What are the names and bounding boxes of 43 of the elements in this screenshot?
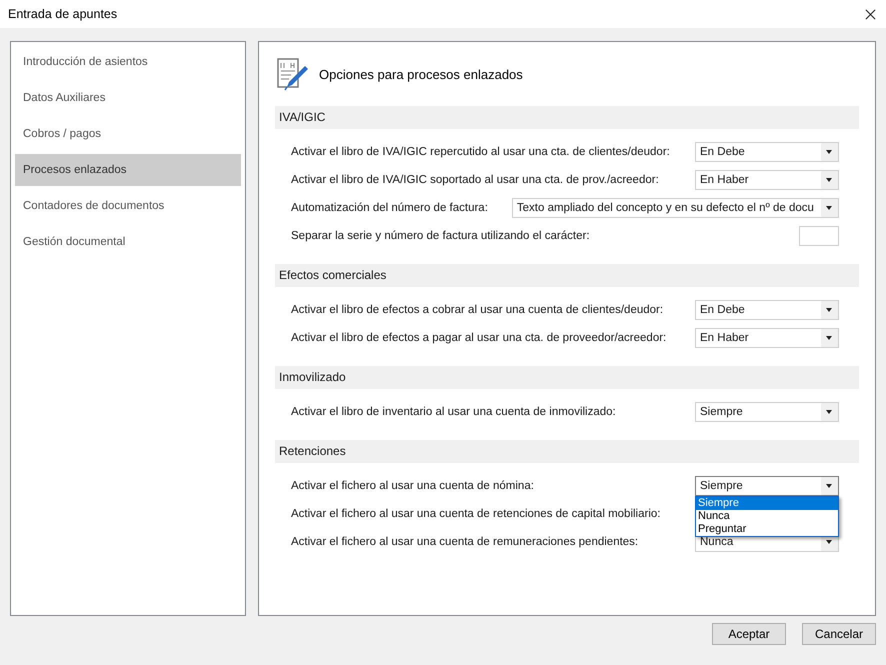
section-header: Efectos comerciales [275,264,859,287]
dropdown-field[interactable]: En Haber [695,328,839,348]
window-title: Entrada de apuntes [8,7,118,21]
dropdown-option[interactable]: Nunca [696,510,838,523]
dropdown-field[interactable]: Siempre [695,476,839,496]
field-label: Separar la serie y número de factura utilizando el carácter: [291,230,590,242]
field-label: Activar el fichero al usar una cuenta de nómina: [291,480,534,492]
caret-icon [821,477,838,495]
dropdown-option[interactable]: Siempre [696,497,838,510]
sidebar-item[interactable]: Datos Auxiliares [15,82,241,114]
dropdown-field[interactable]: En Debe [695,142,839,162]
section-header: Retenciones [275,440,859,463]
sidebar-item[interactable]: Cobros / pagos [15,118,241,150]
field-label: Activar el libro de efectos a pagar al usar una cta. de proveedor/acreedor: [291,332,666,344]
field-label: Activar el libro de efectos a cobrar al usar una cuenta de clientes/deudor: [291,304,664,316]
dropdown-field[interactable]: En Haber [695,170,839,190]
sidebar-item[interactable]: Gestión documental [15,226,241,258]
section-header: IVA/IGIC [275,106,859,129]
dropdown-field[interactable]: Siempre [695,402,839,422]
sidebar-item[interactable]: Contadores de documentos [15,190,241,222]
field-label: Activar el fichero al usar una cuenta de remuneraciones pendientes: [291,536,638,548]
ledger-pencil-icon [275,57,309,91]
field-label: Activar el libro de IVA/IGIC soportado al usar una cta. de prov./acreedor: [291,174,659,186]
field-label: Activar el libro de inventario al usar una cuenta de inmovilizado: [291,406,616,418]
caret-icon [821,143,838,161]
dialog-button[interactable]: Cancelar [802,623,876,645]
close-icon[interactable] [865,8,876,20]
field-label: Activar el fichero al usar una cuenta de retenciones de capital mobiliario: [291,508,660,520]
dropdown-field[interactable]: Texto ampliado del concepto y en su defecto el nº de docu [512,198,839,218]
field-label: Activar el libro de IVA/IGIC repercutido al usar una cta. de clientes/deudor: [291,146,670,158]
section-header: Inmovilizado [275,366,859,389]
caret-icon [821,329,838,347]
dropdown-field[interactable]: En Debe [695,300,839,320]
sidebar-item[interactable]: Procesos enlazados [15,154,241,186]
caret-icon [821,403,838,421]
caret-icon [821,199,838,217]
field-label: Automatización del número de factura: [291,202,488,214]
panel-title: Opciones para procesos enlazados [319,66,523,82]
input-field[interactable] [799,226,839,246]
caret-icon [821,301,838,319]
sidebar-item[interactable]: Introducción de asientos [15,46,241,78]
caret-icon [821,171,838,189]
dialog-button[interactable]: Aceptar [712,623,786,645]
